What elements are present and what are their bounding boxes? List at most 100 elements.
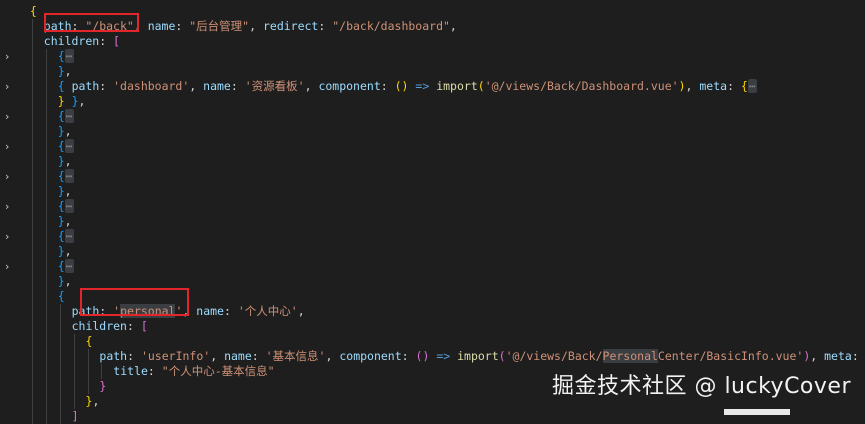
- code-token: :: [223, 304, 238, 318]
- code-line[interactable]: },: [0, 184, 865, 199]
- code-token: 'userInfo': [140, 349, 211, 363]
- code-line[interactable]: },: [0, 124, 865, 139]
- code-token: :: [175, 19, 190, 33]
- code-token: ,: [64, 274, 72, 288]
- code-token: {: [57, 109, 65, 123]
- indent-guide: [59, 319, 61, 334]
- code-line[interactable]: },: [0, 244, 865, 259]
- code-token: (: [477, 79, 485, 93]
- indent-guide: [31, 319, 33, 334]
- fold-ellipsis-icon[interactable]: ⋯: [64, 169, 74, 183]
- code-token: '资源看板': [244, 79, 305, 93]
- code-line[interactable]: children: [: [0, 34, 865, 49]
- code-line[interactable]: },: [0, 214, 865, 229]
- code-line[interactable]: path: 'userInfo', name: '基本信息', componen…: [0, 349, 865, 364]
- fold-ellipsis-icon[interactable]: ⋯: [64, 139, 74, 153]
- fold-ellipsis-icon[interactable]: ⋯: [747, 79, 757, 93]
- chevron-right-icon[interactable]: ›: [0, 259, 14, 274]
- code-line[interactable]: children: [: [0, 319, 865, 334]
- code-text: },: [58, 184, 72, 199]
- chevron-right-icon[interactable]: ›: [0, 169, 14, 184]
- code-line[interactable]: › {⋯: [0, 229, 865, 244]
- code-line[interactable]: › {⋯: [0, 259, 865, 274]
- code-text: {⋯: [58, 49, 74, 64]
- indent-guide: [45, 274, 47, 289]
- indent-guide: [31, 199, 33, 214]
- code-token: :: [727, 79, 741, 93]
- code-token: }: [57, 274, 65, 288]
- code-editor[interactable]: {path: "/back", name: "后台管理", redirect: …: [0, 0, 865, 424]
- code-token: =>: [415, 79, 430, 93]
- code-line[interactable]: },: [0, 64, 865, 79]
- code-text: }: [99, 379, 106, 394]
- indent-guide: [31, 34, 33, 49]
- fold-ellipsis-icon[interactable]: ⋯: [64, 259, 74, 273]
- code-token: [: [140, 319, 148, 333]
- code-token: {: [57, 139, 65, 153]
- indent-guide: [31, 364, 33, 379]
- fold-ellipsis-icon[interactable]: ⋯: [64, 109, 74, 123]
- code-token: {: [57, 79, 65, 93]
- fold-ellipsis-icon[interactable]: ⋯: [64, 199, 74, 213]
- code-token: ,: [64, 184, 72, 198]
- indent-guide: [45, 64, 47, 79]
- indent-guide: [45, 94, 47, 109]
- indent-guide: [45, 169, 47, 184]
- code-line[interactable]: },: [0, 154, 865, 169]
- code-line[interactable]: } },: [0, 94, 865, 109]
- code-token: meta: [699, 79, 728, 93]
- code-token: "个人中心-基本信息": [161, 364, 275, 378]
- chevron-right-icon[interactable]: ›: [0, 79, 14, 94]
- code-line[interactable]: › {⋯: [0, 49, 865, 64]
- code-token: redirect: [262, 19, 319, 33]
- code-line[interactable]: › {⋯: [0, 169, 865, 184]
- code-token: ,: [64, 214, 72, 228]
- indent-guide: [45, 409, 47, 424]
- code-token: ,: [210, 349, 225, 363]
- code-line[interactable]: › {⋯: [0, 199, 865, 214]
- code-token: :: [380, 79, 395, 93]
- code-token: {: [740, 79, 748, 93]
- fold-ellipsis-icon[interactable]: ⋯: [64, 49, 74, 63]
- code-token: {: [29, 4, 37, 18]
- code-token: {: [57, 169, 65, 183]
- code-line[interactable]: {: [0, 334, 865, 349]
- code-text: children: [: [44, 34, 120, 49]
- indent-guide: [45, 394, 47, 409]
- code-line[interactable]: › { path: 'dashboard', name: '资源看板', comp…: [0, 79, 865, 94]
- code-token: [: [113, 34, 120, 48]
- chevron-right-icon[interactable]: ›: [0, 109, 14, 124]
- code-line[interactable]: › {⋯: [0, 139, 865, 154]
- code-line[interactable]: },: [0, 274, 865, 289]
- code-token: ,: [92, 394, 100, 408]
- code-token: ,: [449, 19, 457, 33]
- indent-guide: [45, 154, 47, 169]
- chevron-right-icon[interactable]: ›: [0, 49, 14, 64]
- code-token: ,: [297, 304, 305, 318]
- code-token: path: [71, 79, 100, 93]
- indent-guide: [31, 94, 33, 109]
- indent-guide: [31, 184, 33, 199]
- horizontal-scrollbar-thumb[interactable]: [724, 409, 790, 415]
- code-text: {⋯: [58, 199, 74, 214]
- indent-guide: [45, 364, 47, 379]
- indent-guide: [73, 349, 75, 364]
- indent-guide: [31, 109, 33, 124]
- code-token: }: [71, 94, 79, 108]
- chevron-right-icon[interactable]: ›: [0, 139, 14, 154]
- code-line[interactable]: › {⋯: [0, 109, 865, 124]
- fold-ellipsis-icon[interactable]: ⋯: [64, 229, 74, 243]
- indent-guide: [59, 364, 61, 379]
- code-token: ,: [189, 79, 204, 93]
- chevron-right-icon[interactable]: ›: [0, 229, 14, 244]
- chevron-right-icon[interactable]: ›: [0, 199, 14, 214]
- code-token: {: [57, 49, 65, 63]
- indent-guide: [59, 379, 61, 394]
- indent-guide: [45, 184, 47, 199]
- code-text: {: [30, 4, 37, 19]
- code-text: },: [58, 64, 72, 79]
- indent-guide: [45, 379, 47, 394]
- code-token: ,: [64, 244, 72, 258]
- code-token: (): [415, 349, 430, 363]
